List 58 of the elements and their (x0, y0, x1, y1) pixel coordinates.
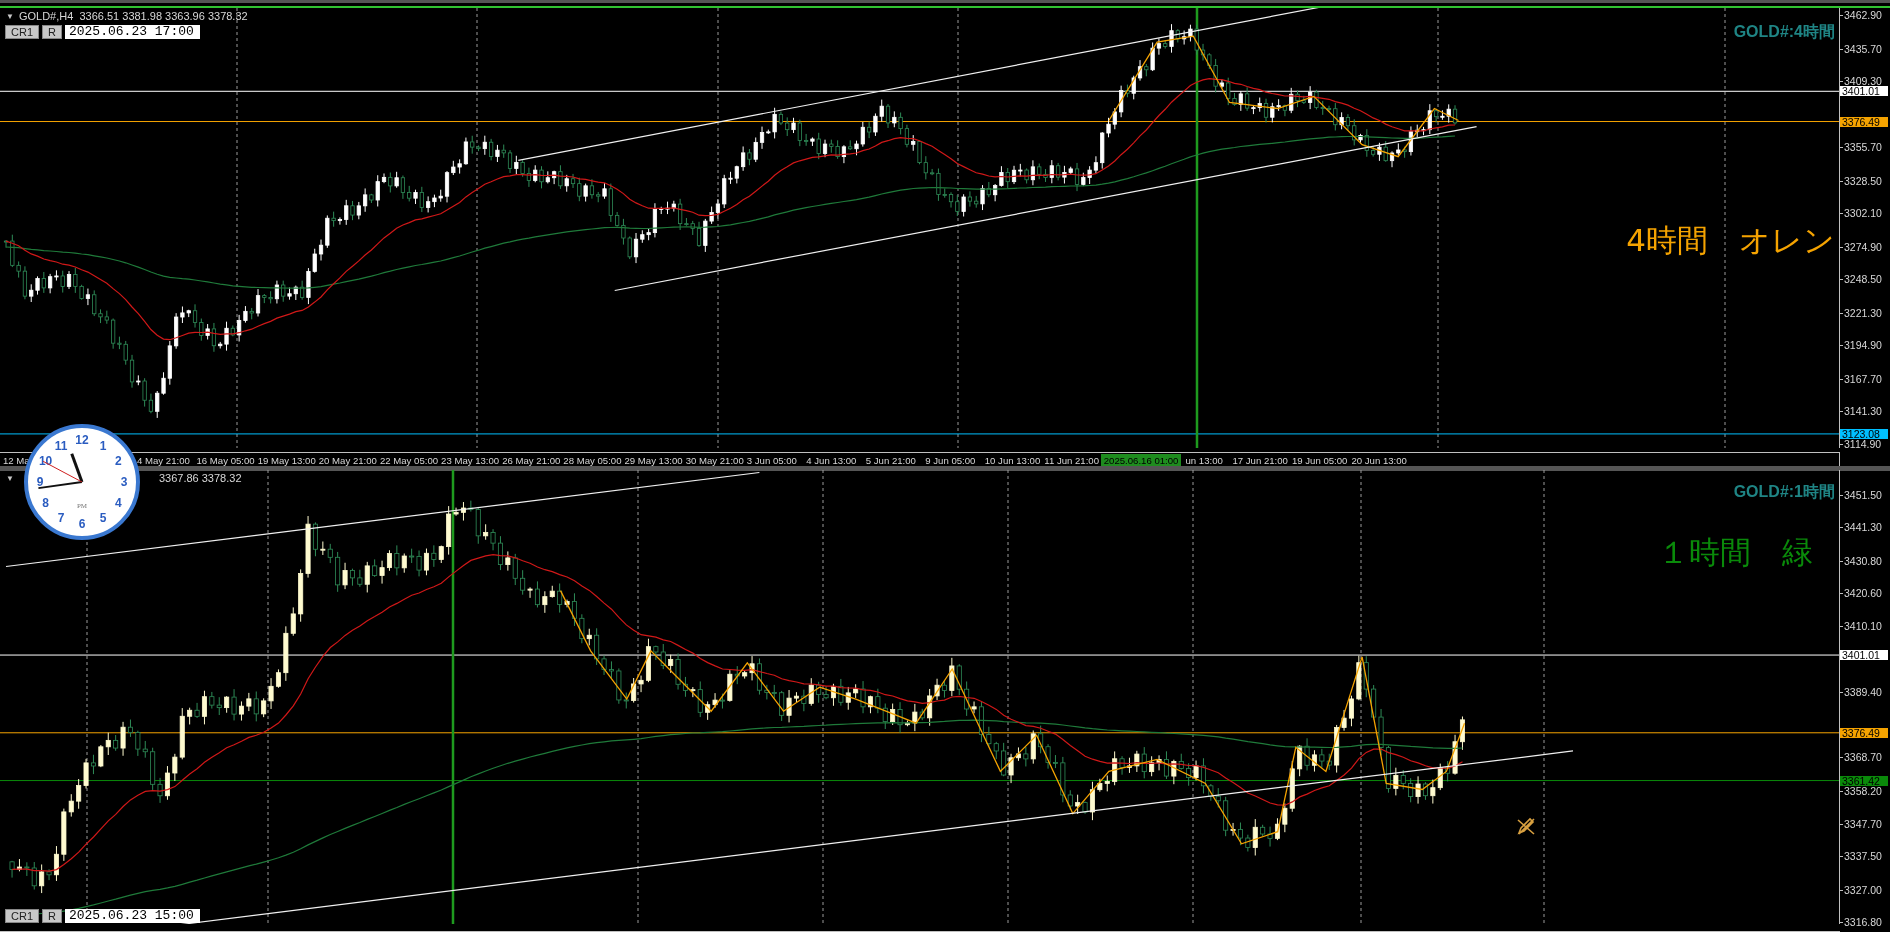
chart-mode-button[interactable]: R (42, 25, 62, 39)
date-field[interactable]: 2025.06.23 17:00 (64, 25, 200, 39)
time-axis-label: 11 Jun 21:00 (1043, 454, 1100, 466)
time-cursor-label: 2025.06.16 01:00 (1100, 453, 1182, 467)
time-axis-label: 4 Jun 13:00 (805, 454, 857, 466)
trend-line[interactable] (5, 471, 760, 568)
chart-mode-button[interactable]: CR1 (5, 909, 39, 923)
clock-numeral: 2 (115, 454, 122, 468)
clock-numeral: 12 (75, 433, 89, 447)
chart-mode-button[interactable]: R (42, 909, 62, 923)
time-axis-label: 16 May 05:00 (195, 454, 255, 466)
time-axis-label: un 13:00 (1184, 454, 1223, 466)
price-level-line[interactable] (0, 433, 1839, 435)
time-axis-label: 30 May 21:00 (684, 454, 744, 466)
price-marker-label: 3376.49 (1840, 727, 1888, 738)
price-marker-label: 3401.01 (1840, 650, 1888, 661)
clock-numeral: 9 (36, 475, 44, 489)
clock-numeral: 8 (42, 496, 49, 510)
time-axis-label: 19 May 13:00 (256, 454, 316, 466)
price-marker-label: 3376.49 (1840, 116, 1888, 127)
chart-note: 4時間 オレン (1626, 221, 1835, 260)
time-axis-label: 29 May 13:00 (623, 454, 683, 466)
chart-mode-button[interactable]: CR1 (5, 25, 39, 39)
symbol-timeframe-label: GOLD#:1時間 (1733, 482, 1835, 502)
symbol-quote: GOLD#,H4 3366.51 3381.98 3363.96 3378.32 (18, 10, 248, 22)
time-axis-label: 4 May 21:00 (136, 454, 190, 466)
price-marker-label: 3401.01 (1840, 86, 1888, 97)
clock-numeral: 7 (57, 511, 65, 526)
time-axis-label: 5 Jun 21:00 (864, 454, 916, 466)
symbol-timeframe-label: GOLD#:4時間 (1733, 22, 1835, 42)
time-axis-label: 9 Jun 05:00 (924, 454, 976, 466)
time-axis-label: 22 May 05:00 (378, 454, 439, 466)
crossed-pencil-icon[interactable] (1516, 816, 1536, 836)
collapse-caret[interactable]: ▼ (6, 11, 14, 21)
chart-note: １時間 緑 (1658, 533, 1813, 572)
time-axis-label: 19 Jun 05:00 (1290, 454, 1348, 466)
time-axis-label: 26 May 21:00 (501, 454, 561, 466)
time-axis-label: 23 May 13:00 (440, 454, 500, 466)
time-axis-label: 17 Jun 21:00 (1231, 454, 1288, 466)
clock-numeral: 4 (115, 496, 122, 510)
time-axis-label: 20 Jun 13:00 (1350, 454, 1407, 466)
time-axis-label: 10 Jun 13:00 (983, 454, 1041, 466)
symbol-quote: 3367.86 3378.32 (158, 472, 242, 484)
time-axis-label: 28 May 05:00 (562, 454, 622, 466)
vertical-marker-line[interactable] (451, 470, 455, 924)
price-level-line[interactable] (0, 780, 1839, 782)
trend-line[interactable] (614, 125, 1478, 292)
time-axis-label: 20 May 21:00 (317, 454, 377, 466)
clock-numeral: 6 (78, 517, 86, 531)
time-axis-label: 3 Jun 05:00 (745, 454, 797, 466)
price-marker-label: 3123.08 (1840, 428, 1888, 439)
collapse-caret[interactable]: ▼ (6, 473, 14, 483)
date-field[interactable]: 2025.06.23 15:00 (64, 909, 200, 923)
price-marker-label: 3361.42 (1840, 775, 1888, 786)
vertical-marker-line[interactable] (1195, 8, 1199, 448)
clock-numeral: 10 (38, 454, 53, 468)
clock-numeral: 3 (120, 475, 128, 489)
clock-numeral: 5 (99, 511, 107, 526)
